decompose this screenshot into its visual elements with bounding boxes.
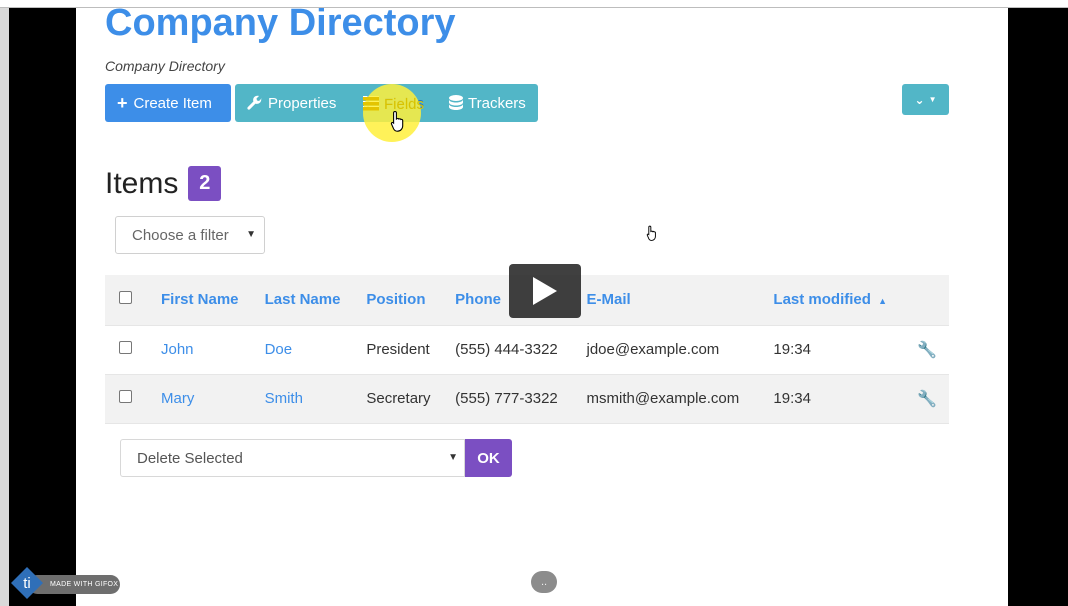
wrench-icon [247,95,262,110]
trackers-label: Trackers [468,94,526,112]
filter-select-value: Choose a filter [132,226,229,244]
row-checkbox[interactable] [119,341,132,354]
email-cell: msmith@example.com [578,373,766,424]
col-last-name[interactable]: Last Name [256,275,359,325]
caret-down-icon: ▼ [928,95,937,104]
bulk-action-select[interactable]: Delete Selected ▼ [120,439,465,477]
page-title: Company Directory [105,8,456,44]
row-actions-cell: 🔧 [909,373,949,424]
items-count-badge: 2 [188,166,222,201]
row-select-cell [105,324,153,374]
app-viewport: Company Directory Company Directory + Cr… [76,8,1008,606]
items-heading-label: Items [105,166,179,200]
actions-dropdown-button[interactable]: ⌄ ▼ [902,84,949,115]
table-list-icon [363,97,379,111]
gifox-watermark-label: MADE WITH GIFOX [50,581,119,588]
select-all-cell [105,275,153,325]
properties-button[interactable]: Properties [247,84,336,122]
gifox-logo-icon: ti [11,567,43,599]
items-heading: Items 2 [105,166,222,201]
hand-cursor-icon [646,225,656,241]
col-first-name[interactable]: First Name [153,275,257,325]
trackers-button[interactable]: Trackers [449,84,526,122]
more-options-button[interactable]: .. [531,571,557,593]
row-select-cell [105,373,153,424]
gifox-logo-letters: ti [23,575,31,592]
properties-label: Properties [268,94,337,112]
select-all-checkbox[interactable] [119,291,132,305]
sort-up-icon: ▲ [878,296,888,307]
create-item-button[interactable]: + Create Item [105,84,231,122]
chevron-down-icon: ⌄ [914,92,925,107]
breadcrumb: Company Directory [105,58,225,74]
phone-cell: (555) 444-3322 [447,324,579,374]
bulk-ok-button[interactable]: OK [465,439,512,477]
create-item-label: Create Item [133,94,212,112]
window-left-edge [0,8,9,606]
col-email[interactable]: E-Mail [578,275,766,325]
wrench-icon[interactable]: 🔧 [917,391,937,408]
position-cell: Secretary [358,373,448,424]
play-icon [533,277,557,305]
row-checkbox[interactable] [119,390,132,403]
modified-cell: 19:34 [765,373,909,424]
col-actions [909,275,949,325]
first-name-link[interactable]: Mary [153,373,257,424]
video-play-button[interactable] [509,264,581,318]
col-position[interactable]: Position [358,275,448,325]
window-top-edge [0,0,1068,8]
table-row: Mary Smith Secretary (555) 777-3322 msmi… [105,373,949,424]
hand-cursor-icon [390,110,404,132]
col-last-modified-label: Last modified [773,291,871,309]
position-cell: President [358,324,448,374]
bulk-action-value: Delete Selected [137,449,243,467]
chevron-down-icon: ▼ [448,452,458,463]
last-name-link[interactable]: Doe [256,324,359,374]
chevron-down-icon: ▼ [246,229,256,240]
first-name-link[interactable]: John [153,324,257,374]
database-icon [449,95,463,110]
phone-cell: (555) 777-3322 [447,373,579,424]
row-actions-cell: 🔧 [909,324,949,374]
modified-cell: 19:34 [765,324,909,374]
wrench-icon[interactable]: 🔧 [917,342,937,359]
plus-icon: + [117,92,128,113]
col-last-modified[interactable]: Last modified ▲ [765,275,909,325]
email-cell: jdoe@example.com [578,324,766,374]
table-row: John Doe President (555) 444-3322 jdoe@e… [105,324,949,374]
filter-select[interactable]: Choose a filter ▼ [115,216,265,254]
last-name-link[interactable]: Smith [256,373,359,424]
